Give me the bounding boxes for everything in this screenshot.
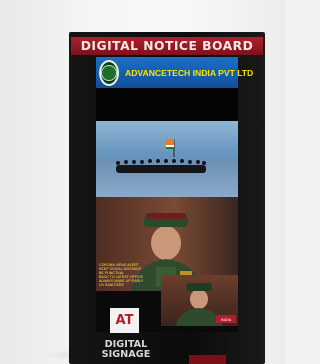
company-name: ADVANCETECH INDIA PVT LTD xyxy=(125,67,254,78)
signage-line-2: SIGNAGE xyxy=(101,349,151,360)
parade-photo xyxy=(96,121,238,197)
notice-line: UV Sanitizer xyxy=(99,283,124,288)
board-title: DIGITAL NOTICE BOARD xyxy=(80,39,254,53)
base-panel xyxy=(189,355,226,364)
notice-board-kiosk: DIGITAL NOTICE BOARD ADVANCETECH INDIA P… xyxy=(69,32,265,364)
signage-label: DIGITAL SIGNAGE xyxy=(95,340,157,360)
company-emblem-icon xyxy=(99,59,119,86)
logo-mark: AT xyxy=(115,313,134,328)
display-screen: ADVANCETECH INDIA PVT LTD CORONA VIRUS A… xyxy=(96,57,253,332)
company-logo: AT xyxy=(110,308,139,333)
screen-tag: INDIA xyxy=(216,315,236,323)
notice-text: Corona Virus Alert KEEP SOCIAL DISTANCE … xyxy=(99,263,161,288)
kiosk-header: DIGITAL NOTICE BOARD xyxy=(71,37,263,55)
company-banner: ADVANCETECH INDIA PVT LTD xyxy=(96,57,253,88)
screen-spacer xyxy=(96,88,238,121)
